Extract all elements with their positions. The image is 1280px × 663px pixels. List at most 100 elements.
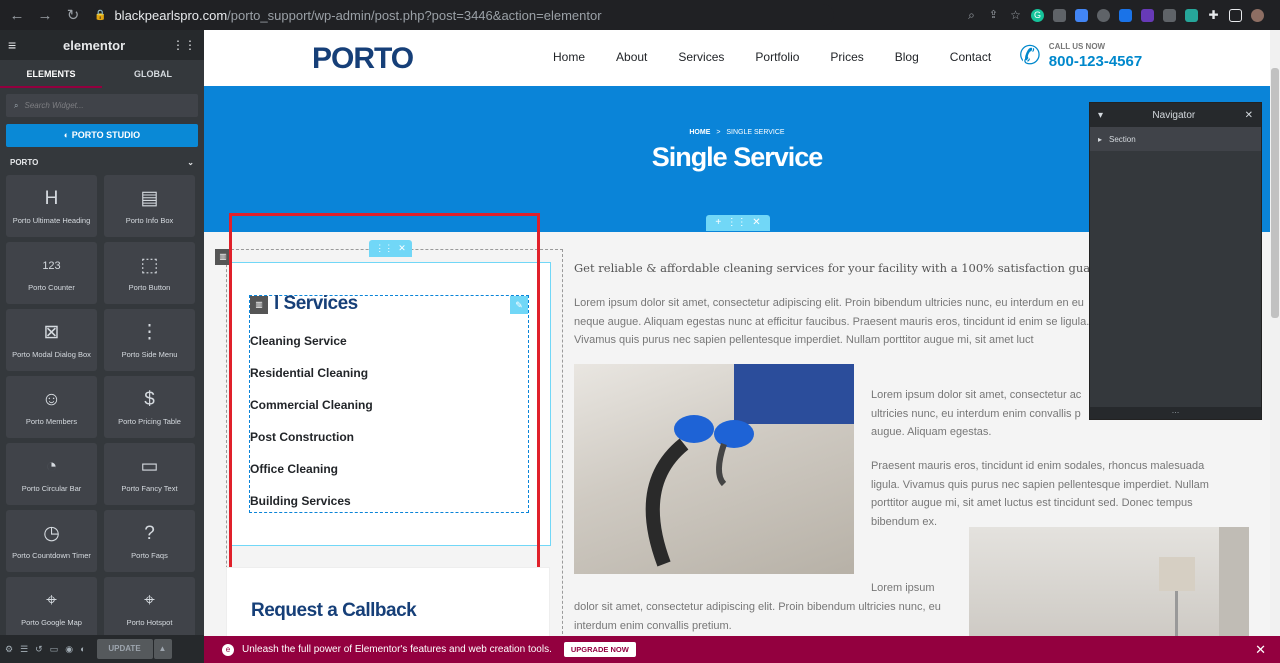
upgrade-now-button[interactable]: UPGRADE NOW — [563, 642, 636, 657]
hotspot-icon: ⌖ — [144, 589, 155, 611]
close-icon[interactable]: ✕ — [752, 217, 760, 228]
responsive-icon[interactable]: ▭ — [50, 644, 59, 655]
widget-label: Porto Side Menu — [121, 349, 178, 359]
category-label: PORTO — [10, 157, 39, 167]
new-badge-icon[interactable] — [1119, 8, 1132, 22]
scrollbar-thumb[interactable] — [1271, 68, 1279, 318]
url-host: blackpearlspro.com — [114, 7, 228, 23]
extension-icon[interactable] — [1053, 8, 1066, 22]
close-icon[interactable]: ✕ — [1245, 110, 1253, 121]
widget-label: Porto Ultimate Heading — [12, 215, 91, 225]
scrollbar[interactable] — [1270, 30, 1280, 636]
url-path: /porto_support/wp-admin/post.php?post=34… — [227, 7, 602, 23]
camera-icon[interactable] — [1163, 8, 1176, 22]
paragraph-2: Lorem ipsum dolor sit amet, consectetur … — [871, 389, 1082, 439]
widget-countdown-timer[interactable]: ◷ Porto Countdown Timer — [6, 510, 97, 572]
button-icon: ⬚ — [140, 254, 159, 276]
caret-right-icon[interactable]: ▸ — [1098, 135, 1102, 144]
elementor-logo-icon: e — [222, 643, 234, 656]
star-icon[interactable]: ☆ — [1009, 8, 1022, 22]
zoom-icon[interactable]: ⌕ — [965, 8, 978, 22]
callback-title: Request a Callback — [251, 600, 417, 621]
paragraph-4: dolor sit amet, consectetur adipiscing e… — [574, 601, 941, 632]
back-icon[interactable]: ← — [6, 4, 28, 26]
porto-studio-button[interactable]: ◐ PORTO STUDIO — [6, 124, 198, 147]
grammarly-icon[interactable]: G — [1031, 8, 1044, 22]
search-widget-input[interactable]: ⌕ Search Widget... — [6, 94, 198, 117]
widget-faqs[interactable]: ? Porto Faqs — [104, 510, 195, 572]
widget-hotspot[interactable]: ⌖ Porto Hotspot — [104, 577, 195, 639]
widget-counter[interactable]: 123 Porto Counter — [6, 242, 97, 304]
search-placeholder: Search Widget... — [24, 101, 84, 110]
address-bar[interactable]: 🔒 blackpearlspro.com/porto_support/wp-ad… — [94, 4, 834, 26]
navigator-panel: ▾ Navigator ✕ ▸ Section … — [1089, 102, 1262, 420]
breadcrumb-home[interactable]: HOME — [689, 129, 710, 136]
puzzle-icon[interactable]: ✚ — [1207, 8, 1220, 22]
reload-icon[interactable]: ↻ — [62, 4, 84, 26]
tab-global[interactable]: GLOBAL — [102, 60, 204, 88]
menu-item-prices[interactable]: Prices — [830, 50, 863, 64]
layers-icon[interactable]: ☰ — [20, 644, 28, 655]
widget-side-menu[interactable]: ⋮ Porto Side Menu — [104, 309, 195, 371]
members-icon: ☺ — [41, 388, 62, 410]
widget-info-box[interactable]: ▤ Porto Info Box — [104, 175, 195, 237]
sidebar-toggle-icon[interactable] — [1229, 8, 1242, 22]
widget-pricing-table[interactable]: $ Porto Pricing Table — [104, 376, 195, 438]
update-button[interactable]: UPDATE — [96, 639, 153, 659]
navigator-resize-handle[interactable]: … — [1090, 407, 1261, 419]
site-logo[interactable]: PORTO — [312, 42, 414, 76]
close-icon[interactable]: ✕ — [1255, 642, 1266, 658]
widget-label: Porto Counter — [28, 282, 75, 292]
navigator-item-section[interactable]: ▸ Section — [1090, 127, 1261, 151]
widget-modal-dialog[interactable]: ⊠ Porto Modal Dialog Box — [6, 309, 97, 371]
pricing-icon: $ — [144, 388, 155, 410]
widget-label: Porto Info Box — [125, 215, 174, 225]
category-porto[interactable]: PORTO ⌄ — [0, 155, 204, 169]
widget-ultimate-heading[interactable]: H Porto Ultimate Heading — [6, 175, 97, 237]
paragraph-3: Praesent mauris eros, tincidunt id enim … — [871, 460, 1209, 529]
porto-icon[interactable]: ◐ — [80, 644, 85, 654]
widget-label: Porto Faqs — [131, 550, 168, 560]
callback-box: Request a Callback — [226, 567, 550, 636]
panel-footer: ⚙ ☰ ↺ ▭ ◉ ◐ UPDATE ▲ — [0, 635, 204, 663]
tab-elements[interactable]: ELEMENTS — [0, 60, 102, 88]
hamburger-icon[interactable]: ≡ — [8, 37, 16, 53]
phone-number[interactable]: 800-123-4567 — [1049, 53, 1142, 70]
avatar[interactable] — [1251, 8, 1264, 22]
translate-icon[interactable] — [1075, 8, 1088, 22]
tool-icon[interactable] — [1185, 8, 1198, 22]
call-label: CALL US NOW — [1048, 41, 1106, 51]
update-options-button[interactable]: ▲ — [153, 639, 172, 659]
menu-item-about[interactable]: About — [616, 50, 647, 64]
menu-item-services[interactable]: Services — [678, 50, 724, 64]
lock-icon: 🔒 — [94, 9, 107, 21]
widget-button[interactable]: ⬚ Porto Button — [104, 242, 195, 304]
globe-icon[interactable] — [1097, 8, 1110, 22]
menu-item-blog[interactable]: Blog — [895, 50, 919, 64]
promo-bar: e Unleash the full power of Elementor's … — [204, 636, 1280, 663]
menu-item-portfolio[interactable]: Portfolio — [755, 50, 799, 64]
share-icon[interactable]: ⇪ — [987, 9, 1000, 22]
main-menu: Home About Services Portfolio Prices Blo… — [553, 50, 1022, 64]
widget-members[interactable]: ☺ Porto Members — [6, 376, 97, 438]
widget-circular-bar[interactable]: ◔ Porto Circular Bar — [6, 443, 97, 505]
navigator-collapse-icon[interactable]: ▾ — [1098, 110, 1103, 121]
breadcrumb-separator: > — [716, 129, 721, 136]
widget-fancy-text[interactable]: ▭ Porto Fancy Text — [104, 443, 195, 505]
grid-icon[interactable]: ⋮⋮ — [172, 38, 196, 52]
menu-item-contact[interactable]: Contact — [950, 50, 991, 64]
widget-label: Porto Hotspot — [126, 617, 173, 627]
counter-badge-icon[interactable] — [1141, 8, 1154, 22]
menu-item-home[interactable]: Home — [553, 50, 585, 64]
widget-label: Porto Button — [128, 282, 171, 292]
preview-icon[interactable]: ◉ — [65, 644, 73, 655]
widget-google-map[interactable]: ⌖ Porto Google Map — [6, 577, 97, 639]
settings-icon[interactable]: ⚙ — [5, 644, 13, 655]
forward-icon[interactable]: → — [34, 4, 56, 26]
breadcrumb-current: SINGLE SERVICE — [726, 129, 785, 136]
section-handle[interactable]: + ⋮⋮ ✕ — [706, 215, 770, 231]
drag-icon[interactable]: ⋮⋮ — [727, 217, 747, 228]
history-icon[interactable]: ↺ — [35, 644, 43, 655]
add-icon[interactable]: + — [715, 217, 721, 228]
faq-icon: ? — [144, 522, 155, 544]
